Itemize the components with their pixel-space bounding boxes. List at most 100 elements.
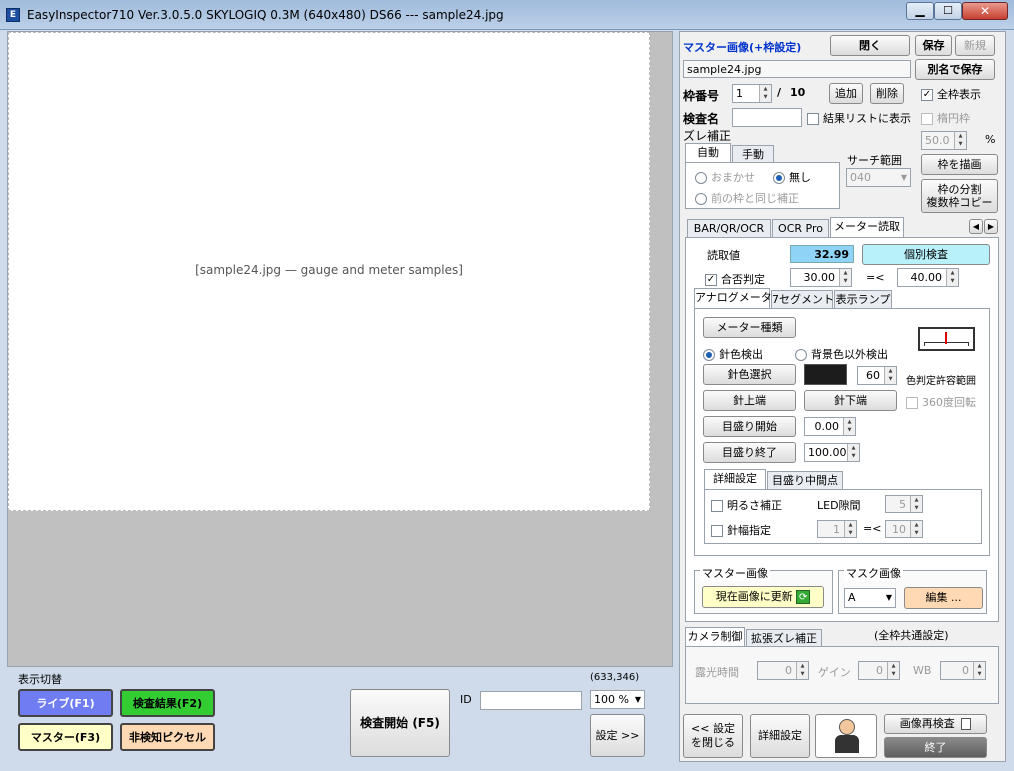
pass-fail-checkbox[interactable]: ✓ 合否判定 <box>705 271 765 287</box>
min-threshold-input[interactable]: 30.00 ▲ ▼ <box>790 268 852 287</box>
new-button[interactable]: 新規 <box>955 35 995 56</box>
needle-width-checkbox[interactable]: 針幅指定 <box>711 522 771 538</box>
none-radio[interactable]: 無し <box>773 169 811 185</box>
inspection-result-button[interactable]: 検査結果(F2) <box>120 689 215 717</box>
radio-circle <box>695 172 707 184</box>
auto-label: おまかせ <box>711 171 755 184</box>
avatar-body <box>835 735 859 753</box>
add-frame-button[interactable]: 追加 <box>829 83 863 104</box>
exit-button[interactable]: 終了 <box>884 737 987 758</box>
exposure-value: 0 <box>785 664 792 677</box>
tab-detail-settings[interactable]: 詳細設定 <box>704 469 766 489</box>
tolerance-input[interactable]: 60 ▲ ▼ <box>857 366 897 385</box>
brightness-checkbox[interactable]: 明るさ補正 <box>711 497 782 513</box>
frame-number-stepper[interactable]: ▲ ▼ <box>759 85 771 102</box>
needle-top-button[interactable]: 針上端 <box>703 390 796 411</box>
scale-start-input[interactable]: 0.00 ▲ ▼ <box>804 417 856 436</box>
update-master-image-button[interactable]: 現在画像に更新 ⟳ <box>702 586 824 608</box>
inspection-name-input[interactable] <box>732 108 802 127</box>
delete-frame-button[interactable]: 削除 <box>870 83 904 104</box>
led-gap-input[interactable]: 5 ▲ ▼ <box>885 495 923 513</box>
result-list-checkbox[interactable]: 結果リストに表示 <box>807 110 911 126</box>
tab-manual-offset[interactable]: 手動 <box>732 145 774 163</box>
needle-color-radio[interactable]: 針色検出 <box>703 346 763 362</box>
tab-meter-reading[interactable]: メーター読取 <box>830 217 904 237</box>
live-button[interactable]: ライブ(F1) <box>18 689 113 717</box>
mask-edit-button[interactable]: 編集 ... <box>904 587 983 609</box>
min-threshold-stepper[interactable]: ▲ ▼ <box>839 269 851 286</box>
scale-end-input[interactable]: 100.00 ▲ ▼ <box>804 443 860 462</box>
save-as-button[interactable]: 別名で保存 <box>915 59 995 80</box>
tolerance-stepper[interactable]: ▲ ▼ <box>884 367 896 384</box>
needle-width-min-input[interactable]: 1 ▲ ▼ <box>817 520 857 538</box>
tab-indicator-lamp[interactable]: 表示ランプ <box>834 290 892 308</box>
wb-label: WB <box>913 664 932 677</box>
exposure-stepper[interactable]: ▲ ▼ <box>796 662 808 679</box>
mask-select[interactable]: A ▼ <box>844 588 896 608</box>
zoom-select[interactable]: 100 % ▼ <box>590 690 645 709</box>
detail-settings-button[interactable]: 詳細設定 <box>750 714 810 758</box>
max-threshold-stepper[interactable]: ▲ ▼ <box>946 269 958 286</box>
ellipse-percent-input[interactable]: 50.0 ▲ ▼ <box>921 131 967 150</box>
scale-end-button[interactable]: 目盛り終了 <box>703 442 796 463</box>
scale-start-button[interactable]: 目盛り開始 <box>703 416 796 437</box>
check-icon: ✓ <box>921 89 933 101</box>
needle-color-label: 針色検出 <box>719 348 763 361</box>
show-all-frames-checkbox[interactable]: ✓ 全枠表示 <box>921 86 981 102</box>
tab-auto-offset[interactable]: 自動 <box>685 143 731 163</box>
settings-toggle-button[interactable]: 設定 >> <box>590 714 645 757</box>
tab-bar-qr-ocr[interactable]: BAR/QR/OCR <box>687 219 771 237</box>
needle-bottom-button[interactable]: 針下端 <box>804 390 897 411</box>
inspection-start-button[interactable]: 検査開始 (F5) <box>350 689 450 757</box>
max-threshold-input[interactable]: 40.00 ▲ ▼ <box>897 268 959 287</box>
gain-label: ゲイン <box>818 666 851 679</box>
close-master-button[interactable]: 閉く <box>830 35 910 56</box>
exposure-input[interactable]: 0 ▲ ▼ <box>757 661 809 680</box>
minimize-button[interactable]: ▁ <box>906 2 934 20</box>
needle-width-min-stepper[interactable]: ▲ ▼ <box>844 521 856 537</box>
tab-analog-meter[interactable]: アナログメータ <box>694 288 772 308</box>
save-button[interactable]: 保存 <box>915 35 952 56</box>
tab-ocr-pro[interactable]: OCR Pro <box>772 219 829 237</box>
scale-start-stepper[interactable]: ▲ ▼ <box>843 418 855 435</box>
needle-width-max-stepper[interactable]: ▲ ▼ <box>910 521 922 537</box>
wb-input[interactable]: 0 ▲ ▼ <box>940 661 986 680</box>
gain-input[interactable]: 0 ▲ ▼ <box>858 661 900 680</box>
tab-scroll-right-button[interactable]: ▶ <box>984 219 998 234</box>
undetected-pixel-button[interactable]: 非検知ピクセル <box>120 723 215 751</box>
draw-frame-button[interactable]: 枠を描画 <box>921 154 998 175</box>
frame-separator: / <box>777 86 782 99</box>
frame-number-input[interactable]: 1 ▲ ▼ <box>732 84 772 103</box>
ellipse-frame-checkbox[interactable]: 楕円枠 <box>921 110 970 126</box>
search-range-value: 040 <box>850 171 871 184</box>
background-exclusion-radio[interactable]: 背景色以外検出 <box>795 346 888 362</box>
maximize-button[interactable]: ☐ <box>934 2 962 20</box>
ellipse-percent-stepper[interactable]: ▲ ▼ <box>954 132 966 149</box>
wb-stepper[interactable]: ▲ ▼ <box>973 662 985 679</box>
auto-radio[interactable]: おまかせ <box>695 169 755 185</box>
gain-value: 0 <box>876 664 883 677</box>
same-as-previous-radio[interactable]: 前の枠と同じ補正 <box>695 190 799 206</box>
master-button[interactable]: マスター(F3) <box>18 723 113 751</box>
help-assistant-button[interactable] <box>815 714 877 758</box>
gain-stepper[interactable]: ▲ ▼ <box>887 662 899 679</box>
search-range-select[interactable]: 040 ▼ <box>846 168 911 187</box>
tab-camera-control[interactable]: カメラ制御 <box>685 627 745 647</box>
close-window-button[interactable]: ✕ <box>962 2 1008 20</box>
scale-end-stepper[interactable]: ▲ ▼ <box>847 444 859 461</box>
tab-7segment[interactable]: 7セグメント <box>771 290 834 308</box>
rotate-360-checkbox[interactable]: 360度回転 <box>906 394 976 410</box>
reinspect-image-button[interactable]: 画像再検査 <box>884 714 987 734</box>
close-settings-button[interactable]: << 設定 を閉じる <box>683 714 743 758</box>
id-input[interactable] <box>480 691 582 710</box>
tab-scroll-left-button[interactable]: ◀ <box>969 219 983 234</box>
needle-width-max-input[interactable]: 10 ▲ ▼ <box>885 520 923 538</box>
needle-color-select-button[interactable]: 針色選択 <box>703 364 796 385</box>
led-gap-stepper[interactable]: ▲ ▼ <box>910 496 922 512</box>
tab-extended-offset[interactable]: 拡張ズレ補正 <box>746 629 822 647</box>
split-copy-frame-button[interactable]: 枠の分割 複数枠コピー <box>921 179 998 213</box>
meter-type-button[interactable]: メーター種類 <box>703 317 796 338</box>
tab-scale-midpoint[interactable]: 目盛り中間点 <box>767 471 843 489</box>
individual-inspection-button[interactable]: 個別検査 <box>862 244 990 265</box>
tolerance-label: 色判定許容範囲 <box>906 376 976 387</box>
